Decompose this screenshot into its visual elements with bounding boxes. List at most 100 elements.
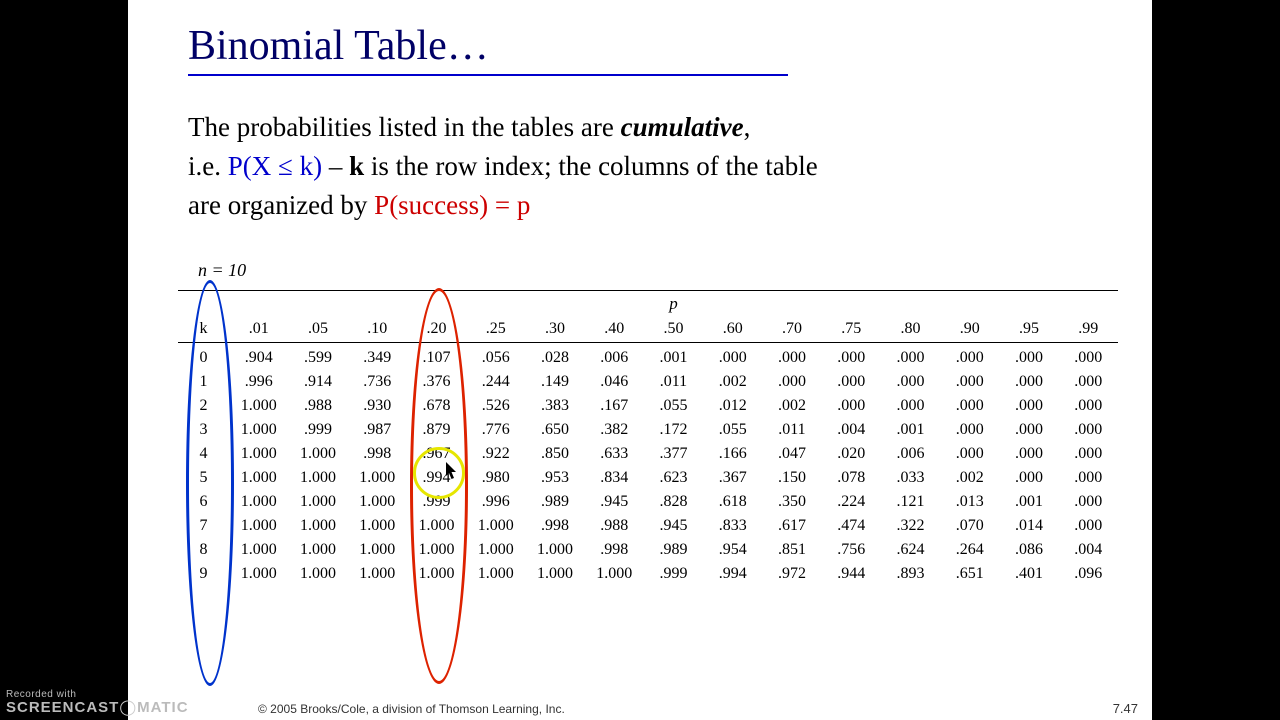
binomial-table-wrap: p k .01.05.10.20.25.30.40.50.60.70.75.80…	[178, 290, 1118, 586]
prob-cell: 1.000	[229, 538, 288, 562]
prob-cell: .989	[525, 490, 584, 514]
prob-cell: .994	[407, 466, 466, 490]
prob-cell: .999	[407, 490, 466, 514]
prob-cell: .000	[999, 394, 1058, 418]
prob-cell: 1.000	[229, 490, 288, 514]
prob-cell: .383	[525, 394, 584, 418]
prob-cell: .989	[644, 538, 703, 562]
prob-cell: .012	[703, 394, 762, 418]
prob-cell: .121	[881, 490, 940, 514]
p-col-header: .80	[881, 317, 940, 343]
prob-cell: .000	[881, 394, 940, 418]
k-cell: 2	[178, 394, 229, 418]
p-col-header: .95	[999, 317, 1058, 343]
prob-cell: .000	[940, 442, 999, 466]
prob-cell: 1.000	[288, 466, 347, 490]
prob-cell: 1.000	[466, 562, 525, 586]
prob-cell: .998	[585, 538, 644, 562]
prob-cell: .914	[288, 370, 347, 394]
body-cumulative: cumulative	[621, 112, 744, 142]
prob-cell: .599	[288, 343, 347, 371]
prob-cell: .945	[585, 490, 644, 514]
prob-cell: .000	[1059, 442, 1118, 466]
prob-cell: .070	[940, 514, 999, 538]
prob-cell: .944	[822, 562, 881, 586]
prob-cell: .996	[466, 490, 525, 514]
prob-cell: .011	[644, 370, 703, 394]
prob-cell: 1.000	[229, 562, 288, 586]
prob-cell: .046	[585, 370, 644, 394]
k-cell: 7	[178, 514, 229, 538]
prob-cell: .055	[644, 394, 703, 418]
prob-cell: .013	[940, 490, 999, 514]
k-cell: 5	[178, 466, 229, 490]
prob-cell: .002	[762, 394, 821, 418]
prob-cell: .756	[822, 538, 881, 562]
prob-cell: .526	[466, 394, 525, 418]
prob-cell: 1.000	[288, 442, 347, 466]
prob-cell: 1.000	[466, 514, 525, 538]
table-row: 61.0001.0001.000.999.996.989.945.828.618…	[178, 490, 1118, 514]
prob-cell: .001	[881, 418, 940, 442]
k-cell: 0	[178, 343, 229, 371]
prob-cell: .150	[762, 466, 821, 490]
body-k: k	[349, 151, 364, 181]
body-text-1: The probabilities listed in the tables a…	[188, 112, 621, 142]
table-row: 21.000.988.930.678.526.383.167.055.012.0…	[178, 394, 1118, 418]
prob-cell: .834	[585, 466, 644, 490]
table-corner	[178, 291, 229, 318]
prob-cell: .000	[1059, 466, 1118, 490]
body-text-2b: –	[322, 151, 349, 181]
prob-cell: .651	[940, 562, 999, 586]
binomial-table: p k .01.05.10.20.25.30.40.50.60.70.75.80…	[178, 290, 1118, 586]
prob-cell: 1.000	[348, 514, 407, 538]
prob-cell: .056	[466, 343, 525, 371]
body-psuccess: P(success) = p	[374, 190, 530, 220]
prob-cell: .000	[940, 343, 999, 371]
prob-cell: .002	[940, 466, 999, 490]
prob-cell: 1.000	[348, 538, 407, 562]
p-col-header: .20	[407, 317, 466, 343]
prob-cell: .617	[762, 514, 821, 538]
k-cell: 3	[178, 418, 229, 442]
prob-cell: .000	[1059, 418, 1118, 442]
prob-cell: .953	[525, 466, 584, 490]
prob-cell: .000	[999, 466, 1058, 490]
recorder-watermark: Recorded with SCREENCAST◯MATIC	[6, 689, 189, 716]
prob-cell: .244	[466, 370, 525, 394]
p-col-header: .25	[466, 317, 525, 343]
prob-cell: .349	[348, 343, 407, 371]
prob-cell: .322	[881, 514, 940, 538]
prob-cell: .000	[940, 418, 999, 442]
slide-title: Binomial Table…	[188, 22, 489, 70]
prob-cell: .172	[644, 418, 703, 442]
prob-cell: .988	[585, 514, 644, 538]
video-frame: Binomial Table… The probabilities listed…	[0, 0, 1280, 720]
prob-cell: .776	[466, 418, 525, 442]
p-col-header: .99	[1059, 317, 1118, 343]
slide-number: 7.47	[1113, 701, 1138, 716]
k-cell: 4	[178, 442, 229, 466]
prob-cell: .033	[881, 466, 940, 490]
prob-cell: .998	[348, 442, 407, 466]
prob-cell: .624	[881, 538, 940, 562]
prob-cell: .980	[466, 466, 525, 490]
prob-cell: .972	[762, 562, 821, 586]
k-cell: 8	[178, 538, 229, 562]
prob-cell: .000	[999, 343, 1058, 371]
prob-cell: .000	[940, 394, 999, 418]
prob-cell: .678	[407, 394, 466, 418]
prob-cell: .004	[1059, 538, 1118, 562]
prob-cell: 1.000	[229, 442, 288, 466]
k-header: k	[178, 317, 229, 343]
p-col-header: .60	[703, 317, 762, 343]
prob-cell: .001	[644, 343, 703, 371]
p-col-header: .10	[348, 317, 407, 343]
slide: Binomial Table… The probabilities listed…	[128, 0, 1152, 720]
prob-cell: .401	[999, 562, 1058, 586]
prob-cell: .998	[525, 514, 584, 538]
p-col-header: .30	[525, 317, 584, 343]
k-cell: 9	[178, 562, 229, 586]
prob-cell: .000	[703, 343, 762, 371]
prob-cell: .954	[703, 538, 762, 562]
